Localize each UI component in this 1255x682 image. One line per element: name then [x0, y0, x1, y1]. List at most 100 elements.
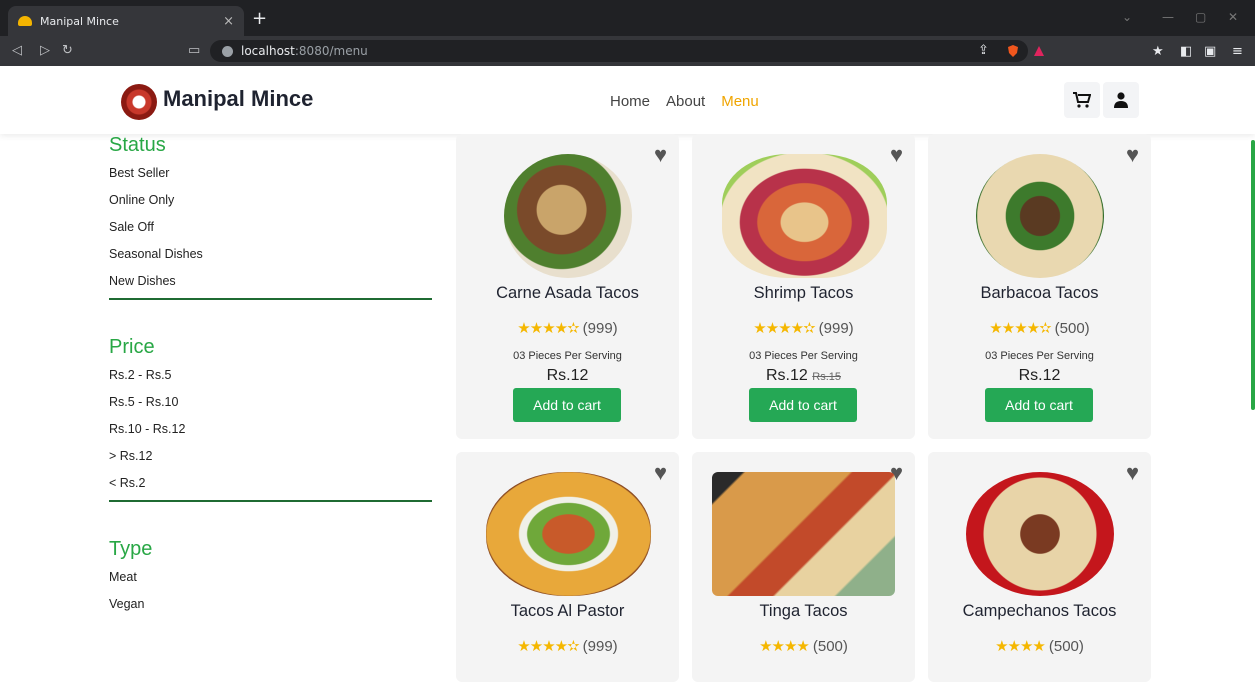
logo-icon[interactable]	[121, 84, 157, 120]
add-to-cart-button[interactable]: Add to cart	[749, 388, 857, 422]
status-option[interactable]: Best Seller	[109, 163, 432, 190]
price-filter-title: Price	[109, 336, 155, 358]
product-name[interactable]: Tacos Al Pastor	[456, 602, 679, 621]
shrimp-tacos-image	[722, 154, 887, 278]
tab-title: Manipal Mince	[40, 14, 119, 28]
add-to-cart-button[interactable]: Add to cart	[513, 388, 621, 422]
price-option[interactable]: > Rs.12	[109, 446, 432, 473]
price-option[interactable]: < Rs.2	[109, 473, 432, 500]
address-bar: ◁ ▷ ↻ ▭ localhost:8080/menu ⇪ ★ ◧ ▣ ≡	[0, 36, 1255, 66]
price-option[interactable]: Rs.5 - Rs.10	[109, 392, 432, 419]
original-price: Rs.15	[812, 371, 841, 383]
campechanos-tacos-image	[966, 472, 1114, 596]
product-name[interactable]: Shrimp Tacos	[692, 284, 915, 303]
share-icon[interactable]: ⇪	[978, 43, 989, 58]
favorite-heart-icon[interactable]: ♥	[1126, 460, 1139, 486]
tacos-al-pastor-image	[486, 472, 651, 596]
site-favicon-icon	[18, 16, 32, 26]
product-rating: ★★★★✫ (999)	[692, 319, 915, 337]
brand-name[interactable]: Manipal Mince	[163, 86, 313, 112]
add-to-cart-button[interactable]: Add to cart	[985, 388, 1093, 422]
window-close-icon[interactable]: ✕	[1228, 10, 1238, 24]
brave-shield-icon[interactable]	[1007, 45, 1019, 57]
nav-home[interactable]: Home	[610, 93, 650, 110]
price-option[interactable]: Rs.10 - Rs.12	[109, 419, 432, 446]
price-option[interactable]: Rs.2 - Rs.5	[109, 365, 432, 392]
account-button[interactable]	[1103, 82, 1139, 118]
product-rating: ★★★★ (500)	[692, 637, 915, 655]
current-price: Rs.12	[1018, 367, 1061, 384]
tab-search-icon[interactable]: ⌄	[1122, 10, 1132, 24]
review-count: (999)	[582, 638, 618, 655]
minimize-icon[interactable]: —	[1162, 10, 1174, 24]
product-rating: ★★★★✫ (999)	[456, 319, 679, 337]
barbacoa-tacos-image	[976, 154, 1104, 278]
product-card: ♥ Tacos Al Pastor ★★★★✫ (999)	[456, 452, 679, 682]
product-name[interactable]: Carne Asada Tacos	[456, 284, 679, 303]
brave-rewards-icon[interactable]	[1033, 45, 1045, 57]
site-header: Manipal Mince Home About Menu	[0, 66, 1255, 134]
status-option[interactable]: New Dishes	[109, 271, 432, 298]
current-price: Rs.12	[546, 367, 589, 384]
type-filter-title: Type	[109, 538, 153, 560]
carne-asada-image	[504, 154, 632, 278]
maximize-icon[interactable]: ▢	[1195, 10, 1206, 24]
new-tab-button[interactable]: +	[252, 8, 267, 29]
filter-divider	[109, 500, 432, 502]
sidebar-icon[interactable]: ◧	[1180, 44, 1192, 59]
status-option[interactable]: Seasonal Dishes	[109, 244, 432, 271]
back-icon[interactable]: ◁	[12, 43, 22, 58]
product-name[interactable]: Barbacoa Tacos	[928, 284, 1151, 303]
review-count: (500)	[1048, 638, 1084, 655]
bookmark-icon[interactable]: ▭	[188, 43, 200, 58]
cart-icon	[1073, 92, 1091, 108]
menu-icon[interactable]: ≡	[1232, 44, 1243, 59]
product-rating: ★★★★ (500)	[928, 637, 1151, 655]
serving-info: 03 Pieces Per Serving	[513, 350, 622, 362]
product-price: Rs.12	[456, 367, 679, 385]
forward-icon[interactable]: ▷	[40, 43, 50, 58]
nav-menu[interactable]: Menu	[721, 93, 759, 110]
wallet-icon[interactable]: ▣	[1204, 44, 1216, 59]
product-card: ♥ Shrimp Tacos ★★★★✫ (999) 03 Pieces Per …	[692, 134, 915, 439]
site-info-icon[interactable]	[222, 45, 233, 57]
rating-stars: ★★★★	[995, 638, 1046, 655]
product-rating: ★★★★✫ (500)	[928, 319, 1151, 337]
review-count: (500)	[812, 638, 848, 655]
product-name[interactable]: Campechanos Tacos	[928, 602, 1151, 621]
status-filter-title: Status	[109, 134, 166, 156]
type-option[interactable]: Meat	[109, 567, 432, 594]
tab-close-icon[interactable]: ×	[223, 14, 234, 29]
page-scrollbar[interactable]	[1251, 140, 1255, 410]
main-nav: Home About Menu	[610, 93, 759, 110]
nav-about[interactable]: About	[666, 93, 705, 110]
status-option[interactable]: Sale Off	[109, 217, 432, 244]
status-option[interactable]: Online Only	[109, 190, 432, 217]
favorite-heart-icon[interactable]: ♥	[654, 142, 667, 168]
current-price: Rs.12	[766, 367, 808, 384]
extensions-icon[interactable]: ★	[1152, 44, 1164, 59]
rating-stars: ★★★★✫	[989, 320, 1051, 337]
product-name[interactable]: Tinga Tacos	[692, 602, 915, 621]
browser-tab[interactable]: Manipal Mince ×	[8, 6, 244, 36]
url-path: :8080/menu	[294, 44, 368, 58]
favorite-heart-icon[interactable]: ♥	[890, 142, 903, 168]
rating-stars: ★★★★✫	[753, 320, 815, 337]
user-icon	[1114, 92, 1128, 108]
product-price: Rs.12 Rs.15	[692, 367, 915, 385]
type-option[interactable]: Vegan	[109, 594, 432, 621]
review-count: (999)	[818, 320, 854, 337]
cart-button[interactable]	[1064, 82, 1100, 118]
product-price: Rs.12	[928, 367, 1151, 385]
serving-info: 03 Pieces Per Serving	[749, 350, 858, 362]
favorite-heart-icon[interactable]: ♥	[654, 460, 667, 486]
tinga-tacos-image	[712, 472, 895, 596]
review-count: (999)	[582, 320, 618, 337]
product-card: ♥ Barbacoa Tacos ★★★★✫ (500) 03 Pieces Pe…	[928, 134, 1151, 439]
reload-icon[interactable]: ↻	[62, 43, 73, 58]
filter-sidebar: Status Best Seller Online Only Sale Off …	[109, 134, 432, 621]
favorite-heart-icon[interactable]: ♥	[1126, 142, 1139, 168]
serving-info: 03 Pieces Per Serving	[985, 350, 1094, 362]
product-card: ♥ Tinga Tacos ★★★★ (500)	[692, 452, 915, 682]
url-field[interactable]: localhost:8080/menu	[210, 40, 1028, 62]
